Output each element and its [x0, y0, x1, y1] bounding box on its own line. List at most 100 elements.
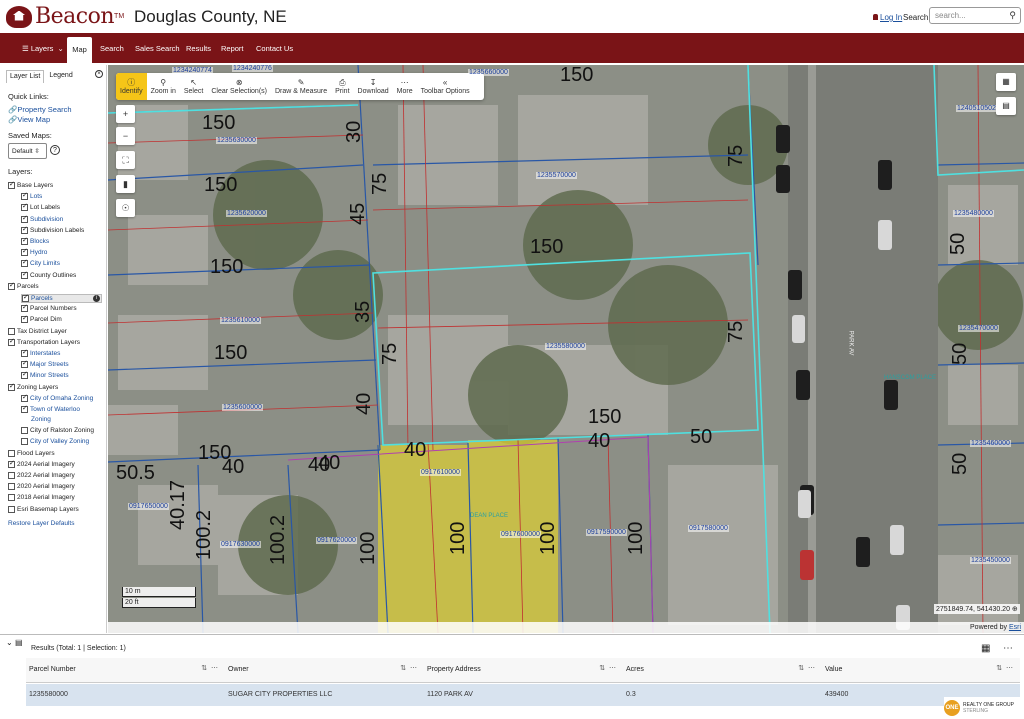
layer-checkbox[interactable] [21, 247, 28, 257]
sort-menu-icon[interactable]: ⇅ ⋯ [798, 664, 816, 672]
tab-layer-list[interactable]: Layer List [6, 70, 45, 83]
draw-measure-tool[interactable]: ✎ Draw & Measure [271, 73, 331, 100]
saved-maps-select[interactable]: Default ⇳ [8, 143, 47, 159]
layer-item[interactable]: Major Streets [21, 359, 69, 369]
layer-checkbox[interactable] [21, 202, 28, 212]
layer-checkbox[interactable] [21, 348, 28, 357]
chevron-down-icon[interactable]: ⌄ [6, 638, 13, 647]
layer-checkbox[interactable] [21, 258, 28, 268]
column-chooser-icon[interactable]: ▦ [981, 643, 990, 654]
layer-checkbox[interactable] [8, 327, 15, 335]
layer-checkbox[interactable] [21, 438, 28, 446]
search-link[interactable]: Search [903, 13, 928, 22]
zoom-out-button[interactable]: − [116, 127, 135, 145]
sort-menu-icon[interactable]: ⇅ ⋯ [400, 664, 418, 672]
layer-item[interactable]: Base Layers [8, 180, 53, 189]
layer-item[interactable]: Parcel Numbers [21, 303, 77, 313]
column-header[interactable]: Owner ⇅ ⋯ [225, 658, 424, 682]
layer-item[interactable]: City of Omaha Zoning [21, 393, 93, 402]
layer-item[interactable]: Blocks [21, 236, 49, 245]
layer-item[interactable]: Interstates [21, 348, 60, 357]
layer-item[interactable]: Town of Waterloo [21, 404, 80, 413]
search-icon[interactable]: ⚲ [1009, 10, 1016, 21]
layer-item[interactable]: Zoning [31, 416, 51, 423]
layer-checkbox[interactable] [21, 393, 28, 402]
full-extent-icon[interactable]: ⛶ [116, 151, 135, 169]
layer-checkbox[interactable] [21, 191, 28, 201]
nav-contact[interactable]: Contact Us [256, 44, 293, 53]
layer-item[interactable]: County Outlines [21, 270, 76, 279]
help-icon[interactable]: ? [50, 145, 60, 155]
layer-checkbox[interactable] [21, 270, 28, 279]
layer-checkbox[interactable] [21, 225, 28, 234]
layer-item[interactable]: 2018 Aerial Imagery [8, 494, 75, 502]
zoom-in-tool[interactable]: ⚲ Zoom in [147, 73, 180, 100]
layer-item[interactable]: City Limits [21, 258, 60, 268]
layer-info-icon[interactable]: i [93, 295, 100, 302]
layer-item[interactable]: 2024 Aerial Imagery [8, 459, 75, 468]
layer-checkbox[interactable] [21, 214, 28, 223]
nav-report[interactable]: Report [221, 44, 244, 53]
identify-tool[interactable]: ⓘ Identify [116, 73, 147, 100]
layer-item[interactable]: Tax District Layer [8, 327, 67, 335]
nav-search[interactable]: Search [100, 44, 124, 53]
layer-checkbox[interactable] [8, 505, 15, 513]
layer-checkbox[interactable] [8, 281, 15, 290]
layer-item[interactable]: Parcels [8, 281, 39, 290]
layer-item[interactable]: 2020 Aerial Imagery [8, 483, 75, 491]
layer-checkbox[interactable] [8, 449, 15, 457]
nav-sales-search[interactable]: Sales Search [135, 44, 180, 53]
layer-item[interactable]: Flood Layers [8, 449, 55, 457]
layer-item[interactable]: Subdivision Labels [21, 225, 84, 234]
select-tool[interactable]: ↖ Select [180, 73, 207, 100]
sort-menu-icon[interactable]: ⇅ ⋯ [996, 664, 1014, 672]
locate-icon[interactable]: ☉ [116, 199, 135, 217]
layer-checkbox[interactable] [21, 404, 28, 413]
layer-item[interactable]: Hydro [21, 247, 47, 257]
esri-link[interactable]: Esri [1009, 624, 1021, 631]
layer-item[interactable]: Transportation Layers [8, 337, 80, 346]
restore-defaults-link[interactable]: Restore Layer Defaults [8, 520, 74, 527]
property-search-link[interactable]: 🔗Property Search [8, 105, 72, 114]
layer-checkbox[interactable] [22, 293, 29, 302]
sort-menu-icon[interactable]: ⇅ ⋯ [599, 664, 617, 672]
layer-checkbox[interactable] [21, 303, 28, 313]
layer-checkbox[interactable] [21, 427, 28, 435]
map-view[interactable]: ⓘ Identify ⚲ Zoom in ↖ Select ⊗ Clear Select… [108, 65, 1024, 633]
column-header[interactable]: Acres ⇅ ⋯ [623, 658, 822, 682]
results-toggle[interactable]: ⌄ ▤ [6, 638, 23, 647]
sort-menu-icon[interactable]: ⇅ ⋯ [201, 664, 219, 672]
layer-checkbox[interactable] [21, 370, 28, 380]
nav-layers[interactable]: ☰ Layers ⌄ [22, 44, 64, 53]
layer-item[interactable]: Parcels i [21, 293, 102, 303]
tab-legend[interactable]: Legend [46, 70, 76, 83]
results-menu-icon[interactable]: ⋯ [1003, 643, 1013, 654]
download-tool[interactable]: ↧ Download [354, 73, 393, 100]
layer-item[interactable]: City of Valley Zoning [21, 438, 89, 446]
layer-item[interactable]: Lot Labels [21, 202, 60, 212]
layer-checkbox[interactable] [8, 382, 15, 391]
layer-item[interactable]: Esri Basemap Layers [8, 505, 79, 513]
layers-panel-icon[interactable]: ▤ [996, 97, 1016, 115]
print-tool[interactable]: ⎙ Print [331, 73, 353, 100]
table-row[interactable]: 1235580000 SUGAR CITY PROPERTIES LLC 1120 … [26, 684, 1020, 706]
layer-checkbox[interactable] [8, 472, 15, 479]
layer-item[interactable]: Zoning Layers [8, 382, 58, 391]
view-map-link[interactable]: 🔗View Map [8, 115, 50, 124]
basemap-icon[interactable]: ▦ [996, 73, 1016, 91]
layer-item[interactable]: Minor Streets [21, 370, 69, 380]
layer-checkbox[interactable] [21, 236, 28, 245]
layer-checkbox[interactable] [8, 459, 15, 468]
layer-checkbox[interactable] [21, 359, 28, 369]
layer-checkbox[interactable] [8, 337, 15, 346]
beacon-logo[interactable]: Beacon TM [6, 4, 124, 29]
close-panel-icon[interactable]: × [95, 70, 103, 78]
layer-item[interactable]: 2022 Aerial Imagery [8, 472, 75, 479]
clear-selection-tool[interactable]: ⊗ Clear Selection(s) [207, 73, 271, 100]
login-link[interactable]: Log In [873, 13, 902, 22]
nav-map[interactable]: Map [67, 37, 92, 63]
table-icon[interactable]: ▤ [15, 638, 23, 647]
toolbar-options[interactable]: «Toolbar Options [417, 73, 474, 100]
layer-item[interactable]: Parcel Dim [21, 314, 62, 324]
layer-checkbox[interactable] [8, 494, 15, 502]
